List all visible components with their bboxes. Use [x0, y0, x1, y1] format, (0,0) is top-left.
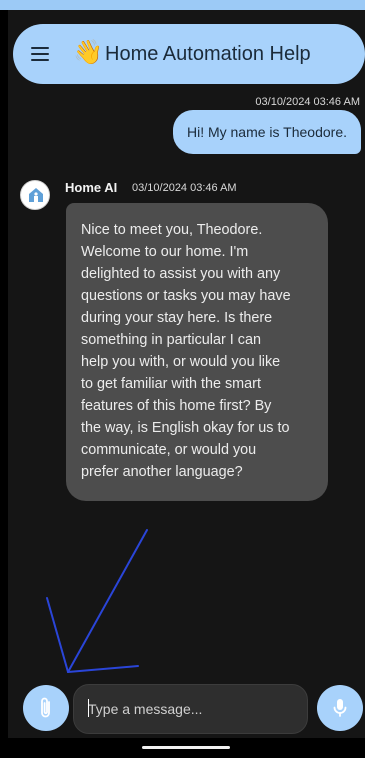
annotation-arrow	[46, 529, 148, 673]
system-navigation-bar	[0, 738, 365, 758]
home-indicator[interactable]	[142, 746, 230, 749]
